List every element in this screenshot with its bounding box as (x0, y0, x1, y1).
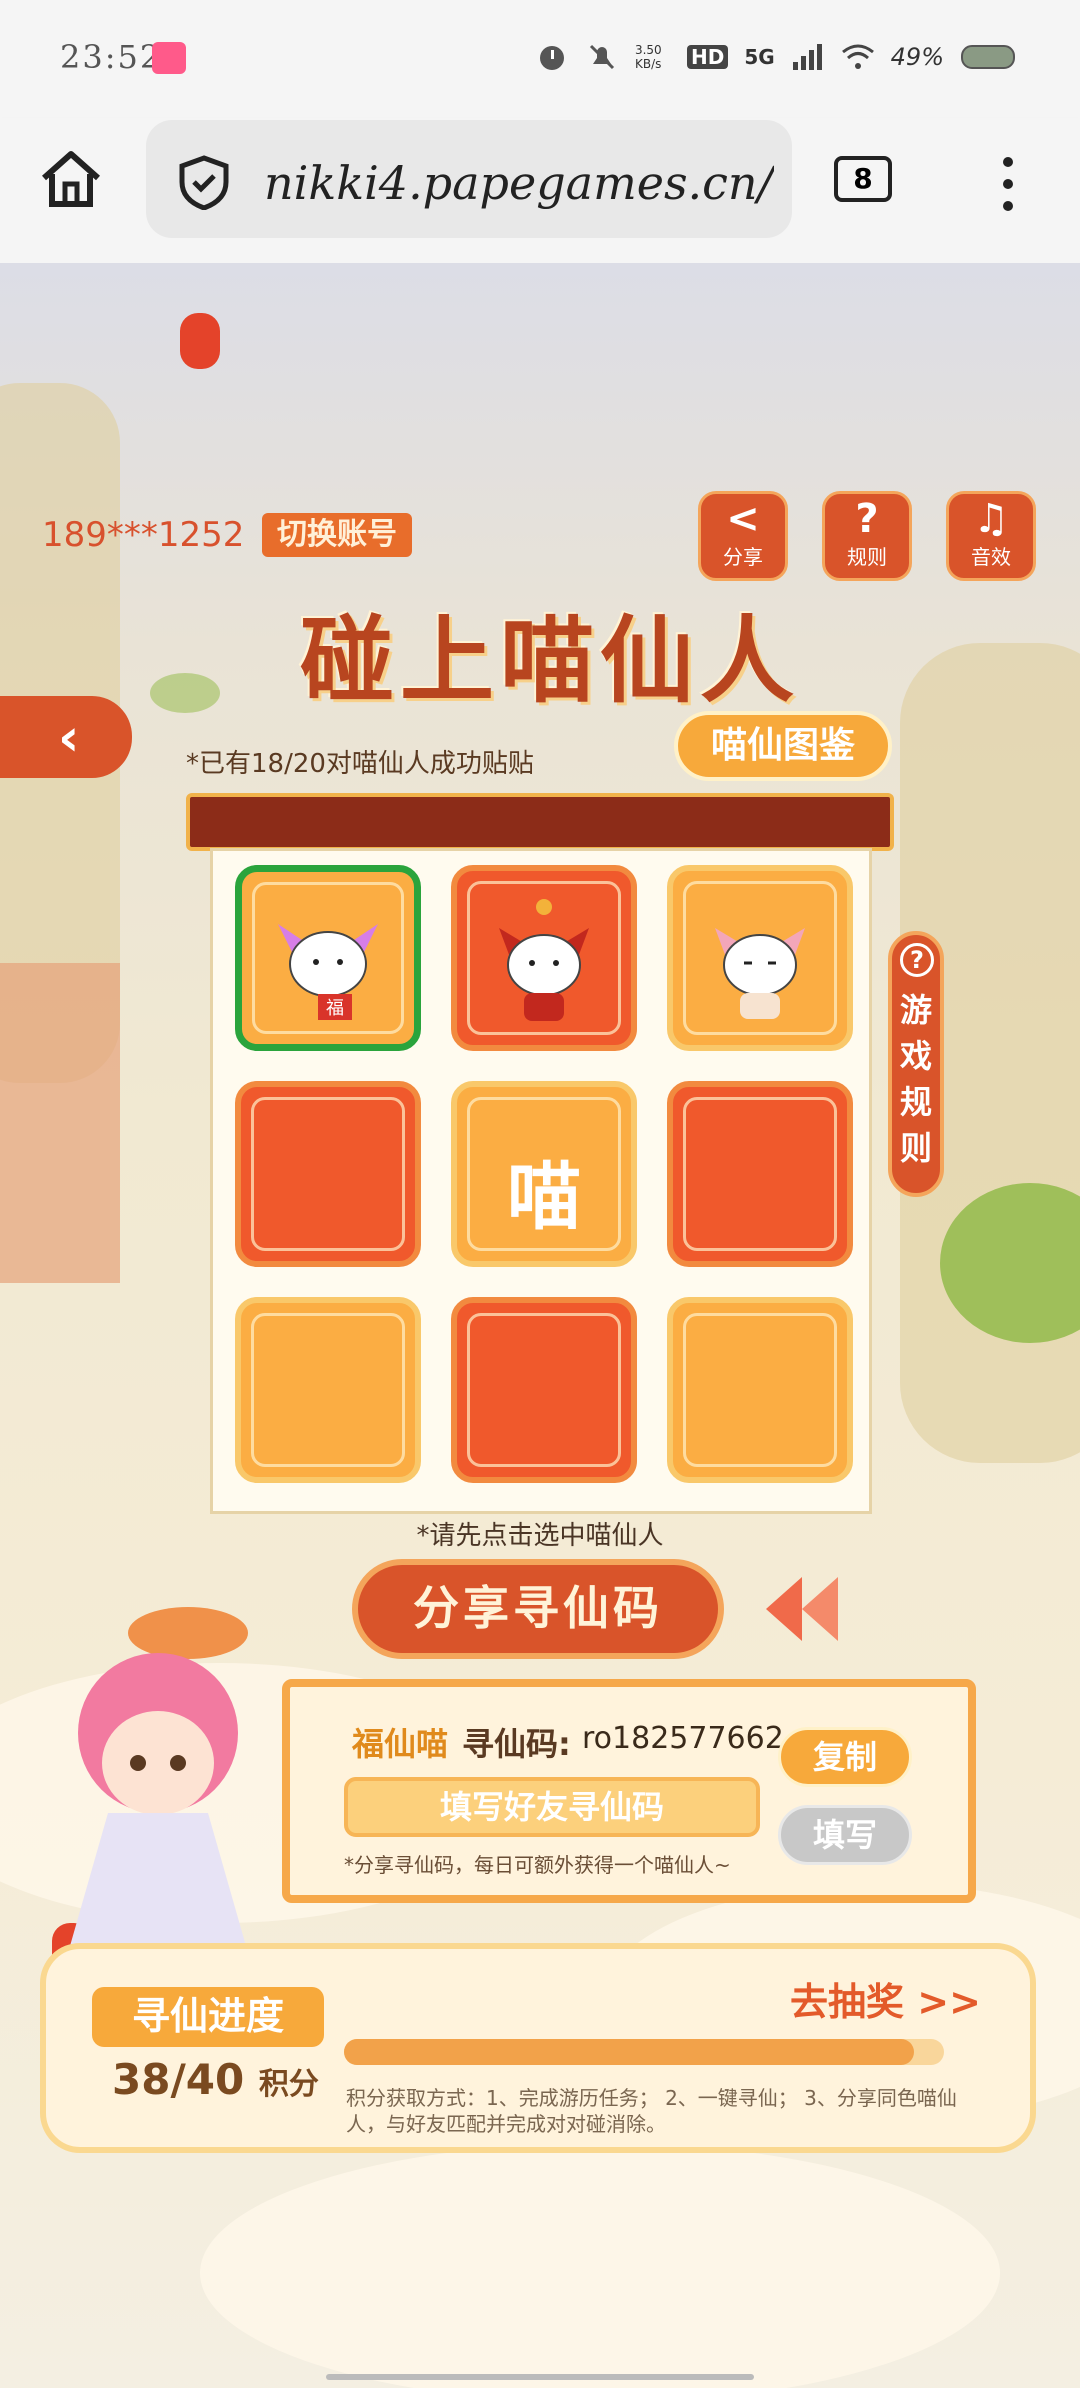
pair-count-note: *已有18/20对喵仙人成功贴贴 (186, 749, 534, 779)
back-button[interactable]: ‹ (0, 696, 132, 778)
lottery-link[interactable]: 去抽奖 >> (790, 1971, 981, 2026)
code-label: 寻仙码: (462, 1725, 571, 1763)
progress-tag: 寻仙进度 (92, 1987, 324, 2047)
tab-switcher-button[interactable]: 8 (834, 156, 892, 202)
alarm-icon (539, 46, 564, 70)
cat-fu-icon: 福 (278, 924, 378, 1020)
status-time: 23:52 (60, 38, 163, 76)
status-bar: 23:52 3.50 KB/s HD 5G 49% (0, 0, 1080, 118)
share-icon: < (726, 496, 760, 542)
share-tip: *分享寻仙码，每日可额外获得一个喵仙人~ (344, 1853, 731, 1877)
board-cell-6[interactable] (667, 1081, 853, 1267)
board-cell-1[interactable]: 福 (235, 865, 421, 1051)
friend-code-input[interactable]: 填写好友寻仙码 (344, 1777, 760, 1837)
pagoda-decoration (0, 963, 120, 1283)
score-unit: 积分 (258, 2067, 319, 2102)
svg-text:福: 福 (326, 998, 344, 1019)
question-circle-icon: ? (900, 943, 934, 977)
progress-bar-fill (344, 2039, 914, 2065)
rules-button[interactable]: ? 规则 (822, 491, 912, 581)
board-cell-8[interactable] (451, 1297, 637, 1483)
mute-icon (589, 44, 615, 70)
browser-toolbar: nikki4.papegames.cn/p 8 (0, 118, 1080, 263)
shield-check-icon[interactable] (176, 154, 232, 210)
sound-label: 音效 (971, 545, 1011, 569)
points-description: 积分获取方式：1、完成游历任务； 2、一键寻仙； 3、分享同色喵仙人，与好友匹配… (346, 2086, 957, 2136)
progress-bar (344, 2039, 944, 2065)
background-cloud (200, 2143, 1000, 2388)
score-value: 38/40 (112, 2055, 245, 2104)
board-cell-3[interactable] (667, 865, 853, 1051)
account-id: 189***1252 (42, 515, 245, 555)
board-cell-5[interactable]: 喵 (451, 1081, 637, 1267)
cat-red-icon (499, 899, 589, 1021)
question-icon: ? (855, 496, 879, 542)
signal-label: 5G (744, 45, 775, 69)
network-speed: 3.50 KB/s (634, 43, 662, 71)
board-cell-2[interactable] (451, 865, 637, 1051)
bilibili-app-icon (152, 42, 186, 74)
hd-badge: HD (686, 45, 729, 69)
rules-label: 规则 (847, 545, 887, 569)
scroll-header-bar (186, 793, 894, 851)
share-button[interactable]: < 分享 (698, 491, 788, 581)
home-indicator[interactable] (326, 2374, 754, 2380)
progress-score: 38/40 积分 (112, 2055, 319, 2104)
more-menu-icon[interactable] (998, 154, 1018, 214)
page-title: 碰上喵仙人 (300, 606, 801, 716)
game-rules-side-button[interactable]: ? 游戏规则 (888, 931, 944, 1197)
cat-pink-icon (715, 928, 805, 1019)
share-code-button[interactable]: 分享寻仙码 (352, 1559, 724, 1659)
board-cell-9[interactable] (667, 1297, 853, 1483)
battery-icon (961, 45, 1015, 69)
cell-frame (683, 1313, 837, 1467)
share-code-value: ro182577662 (582, 1721, 784, 1756)
double-arrow-left-icon (766, 1577, 838, 1641)
miao-center-text: 喵 (507, 1154, 581, 1240)
battery-percent: 49% (890, 43, 944, 71)
code-label-name: 福仙喵 (352, 1725, 449, 1763)
game-rules-label: 游戏规则 (900, 991, 933, 1167)
cell-frame (467, 1313, 621, 1467)
board-cell-4[interactable] (235, 1081, 421, 1267)
game-board: 福 喵 (210, 848, 872, 1514)
url-text[interactable]: nikki4.papegames.cn/p (264, 156, 774, 210)
board-cell-7[interactable] (235, 1297, 421, 1483)
address-bar[interactable]: nikki4.papegames.cn/p (146, 120, 792, 238)
fill-button[interactable]: 填写 (778, 1805, 912, 1865)
gallery-button[interactable]: 喵仙图鉴 (674, 711, 892, 781)
cell-frame (683, 1097, 837, 1251)
cell-frame (251, 1097, 405, 1251)
share-label: 分享 (723, 545, 763, 569)
home-icon[interactable] (38, 146, 104, 212)
cell-frame (251, 1313, 405, 1467)
lantern-decoration (180, 313, 220, 369)
chevron-left-icon: ‹ (58, 708, 80, 768)
copy-button[interactable]: 复制 (778, 1727, 912, 1787)
switch-account-button[interactable]: 切换账号 (262, 513, 412, 557)
status-icons: 3.50 KB/s HD 5G 49% (535, 40, 1020, 74)
wifi-icon (841, 44, 874, 69)
signal-bars-icon (792, 44, 822, 70)
select-instruction: *请先点击选中喵仙人 (416, 1521, 664, 1551)
music-icon: ♫ (973, 496, 1009, 542)
sound-button[interactable]: ♫ 音效 (946, 491, 1036, 581)
background-tree (150, 673, 220, 713)
